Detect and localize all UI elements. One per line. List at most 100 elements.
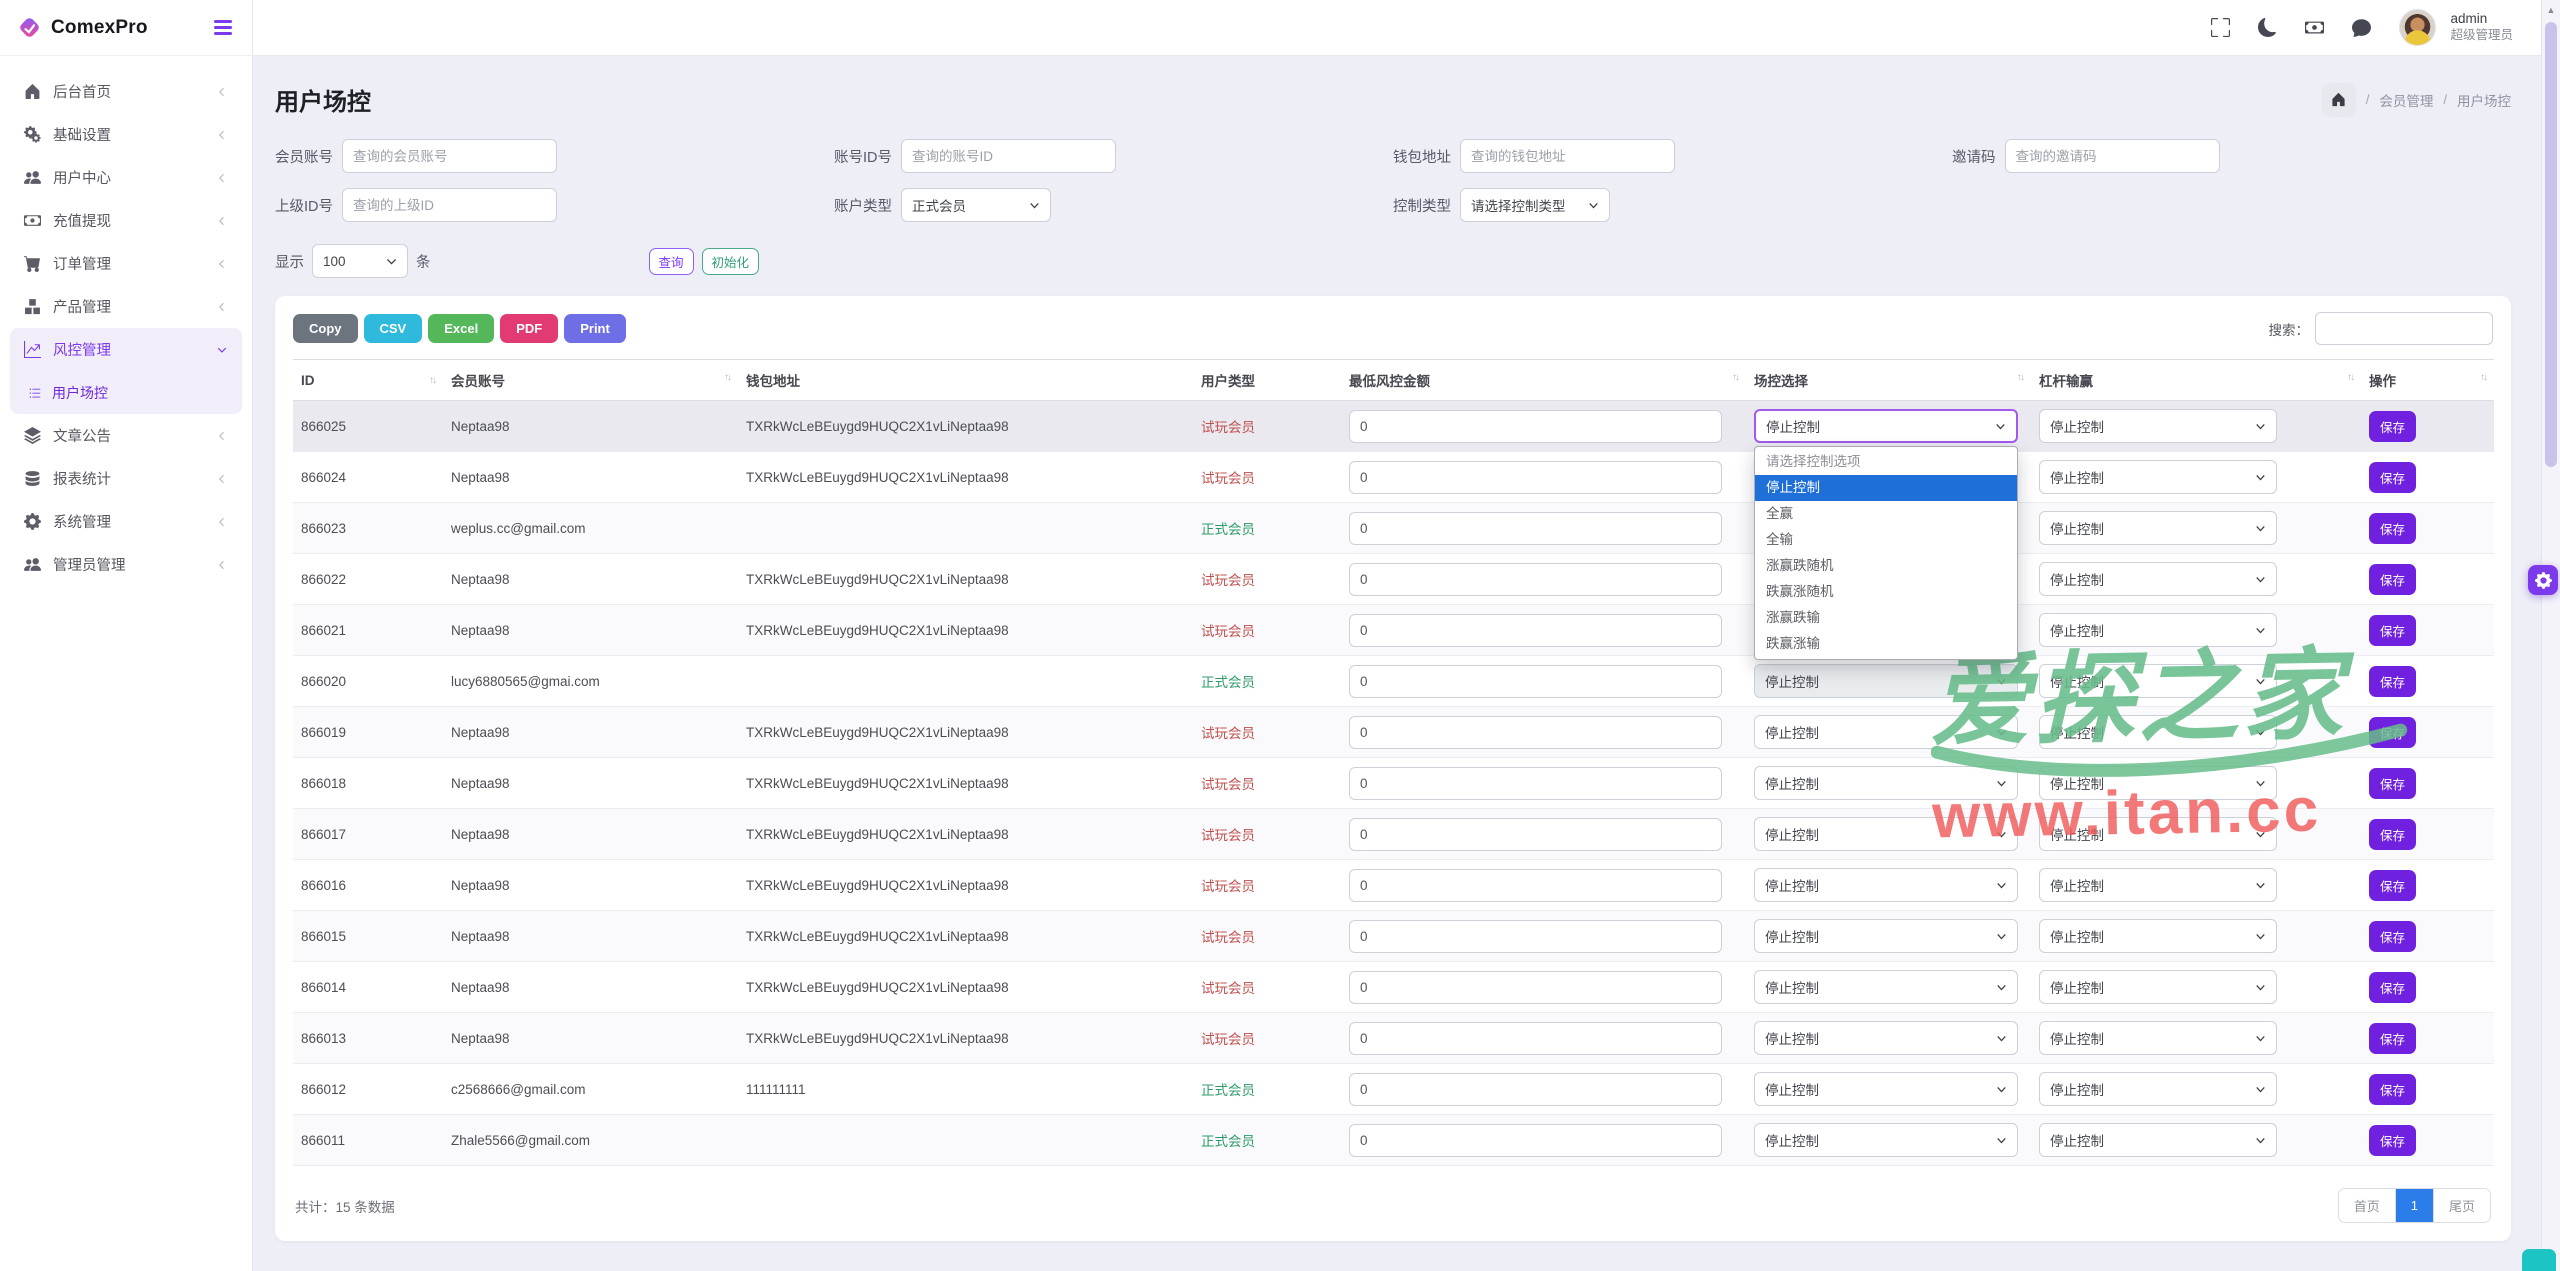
save-button[interactable]: 保存 (2369, 615, 2416, 646)
save-button[interactable]: 保存 (2369, 411, 2416, 442)
dropdown-option[interactable]: 涨赢跌随机 (1755, 553, 2017, 579)
control-select[interactable]: 停止控制 (1754, 868, 2018, 902)
amount-input[interactable] (1349, 563, 1722, 596)
dropdown-option[interactable]: 停止控制 (1755, 475, 2017, 501)
sidebar-item-boxes[interactable]: 产品管理 (10, 285, 242, 328)
column-header[interactable]: ↑↓杠杆输赢 (2031, 360, 2361, 401)
sort-icon[interactable]: ↑↓ (1732, 372, 1738, 383)
column-header[interactable]: ↑↓ID (293, 360, 443, 401)
dropdown-option[interactable]: 涨赢跌输 (1755, 605, 2017, 631)
leverage-select[interactable]: 停止控制 (2039, 766, 2277, 800)
sidebar-item-home[interactable]: 后台首页 (10, 70, 242, 113)
save-button[interactable]: 保存 (2369, 564, 2416, 595)
sidebar-item-people[interactable]: 管理员管理 (10, 543, 242, 586)
filter-input-2[interactable] (1460, 139, 1675, 173)
sort-icon[interactable]: ↑↓ (429, 375, 435, 386)
pagination-first[interactable]: 首页 (2339, 1189, 2395, 1222)
sidebar-item-users[interactable]: 用户中心 (10, 156, 242, 199)
corner-widget-button[interactable] (2522, 1249, 2556, 1271)
control-select[interactable]: 停止控制 (1754, 664, 2018, 698)
leverage-select[interactable]: 停止控制 (2039, 460, 2277, 494)
scrollbar[interactable]: ▲ ▼ (2541, 0, 2560, 1271)
sort-icon[interactable]: ↑↓ (724, 372, 730, 383)
menu-toggle-button[interactable] (210, 16, 236, 39)
leverage-select[interactable]: 停止控制 (2039, 511, 2277, 545)
leverage-select[interactable]: 停止控制 (2039, 868, 2277, 902)
control-select[interactable]: 停止控制 (1754, 409, 2018, 443)
search-input[interactable] (2315, 312, 2493, 345)
save-button[interactable]: 保存 (2369, 462, 2416, 493)
save-button[interactable]: 保存 (2369, 717, 2416, 748)
sort-icon[interactable]: ↑↓ (2480, 372, 2486, 383)
pagination-last[interactable]: 尾页 (2433, 1189, 2490, 1222)
sidebar-item-gears[interactable]: 基础设置 (10, 113, 242, 156)
avatar[interactable] (2399, 9, 2436, 46)
pagination-page-1[interactable]: 1 (2395, 1189, 2433, 1222)
control-select[interactable]: 停止控制 (1754, 817, 2018, 851)
fullscreen-icon[interactable] (2211, 18, 2230, 37)
filter-select-5[interactable]: 正式会员 (901, 188, 1051, 222)
scrollbar-up-arrow[interactable]: ▲ (2542, 2, 2560, 18)
save-button[interactable]: 保存 (2369, 513, 2416, 544)
control-select[interactable]: 停止控制 (1754, 766, 2018, 800)
sort-icon[interactable]: ↑↓ (2347, 372, 2353, 383)
filter-input-1[interactable] (901, 139, 1116, 173)
leverage-select[interactable]: 停止控制 (2039, 817, 2277, 851)
sidebar-item-cart[interactable]: 订单管理 (10, 242, 242, 285)
save-button[interactable]: 保存 (2369, 666, 2416, 697)
save-button[interactable]: 保存 (2369, 921, 2416, 952)
control-select[interactable]: 停止控制 (1754, 715, 2018, 749)
leverage-select[interactable]: 停止控制 (2039, 1021, 2277, 1055)
dark-mode-icon[interactable] (2258, 18, 2277, 37)
settings-button[interactable] (2528, 565, 2558, 595)
leverage-select[interactable]: 停止控制 (2039, 1072, 2277, 1106)
leverage-select[interactable]: 停止控制 (2039, 562, 2277, 596)
control-select[interactable]: 停止控制 (1754, 1021, 2018, 1055)
sidebar-item-gear[interactable]: 系统管理 (10, 500, 242, 543)
control-select[interactable]: 停止控制 (1754, 1072, 2018, 1106)
home-icon[interactable] (2322, 83, 2356, 117)
leverage-select[interactable]: 停止控制 (2039, 613, 2277, 647)
export-print-button[interactable]: Print (564, 314, 626, 343)
save-button[interactable]: 保存 (2369, 1074, 2416, 1105)
control-select[interactable]: 停止控制 (1754, 919, 2018, 953)
save-button[interactable]: 保存 (2369, 819, 2416, 850)
amount-input[interactable] (1349, 1124, 1722, 1157)
amount-input[interactable] (1349, 1073, 1722, 1106)
export-excel-button[interactable]: Excel (428, 314, 494, 343)
save-button[interactable]: 保存 (2369, 1023, 2416, 1054)
amount-input[interactable] (1349, 665, 1722, 698)
breadcrumb-parent[interactable]: 会员管理 (2379, 90, 2433, 110)
sidebar-item-coins[interactable]: 报表统计 (10, 457, 242, 500)
column-header[interactable]: ↑↓会员账号 (443, 360, 738, 401)
save-button[interactable]: 保存 (2369, 768, 2416, 799)
control-select[interactable]: 停止控制 (1754, 1123, 2018, 1157)
save-button[interactable]: 保存 (2369, 1125, 2416, 1156)
leverage-select[interactable]: 停止控制 (2039, 970, 2277, 1004)
amount-input[interactable] (1349, 920, 1722, 953)
column-header[interactable]: ↑↓最低风控金额 (1341, 360, 1746, 401)
dropdown-option[interactable]: 请选择控制选项 (1755, 449, 2017, 475)
amount-input[interactable] (1349, 818, 1722, 851)
amount-input[interactable] (1349, 410, 1722, 443)
leverage-select[interactable]: 停止控制 (2039, 919, 2277, 953)
export-copy-button[interactable]: Copy (293, 314, 358, 343)
dropdown-option[interactable]: 跌赢涨输 (1755, 631, 2017, 657)
save-button[interactable]: 保存 (2369, 972, 2416, 1003)
sidebar-item-cash[interactable]: 充值提现 (10, 199, 242, 242)
filter-select-6[interactable]: 请选择控制类型 (1460, 188, 1610, 222)
amount-input[interactable] (1349, 461, 1722, 494)
amount-input[interactable] (1349, 971, 1722, 1004)
column-header[interactable]: ↑↓操作 (2361, 360, 2494, 401)
filter-input-3[interactable] (2005, 139, 2220, 173)
wallet-icon[interactable] (2305, 18, 2324, 37)
amount-input[interactable] (1349, 869, 1722, 902)
query-button[interactable]: 查询 (649, 248, 694, 275)
control-select[interactable]: 停止控制 (1754, 970, 2018, 1004)
page-size-select[interactable]: 100 (312, 244, 408, 278)
amount-input[interactable] (1349, 767, 1722, 800)
export-csv-button[interactable]: CSV (364, 314, 423, 343)
amount-input[interactable] (1349, 512, 1722, 545)
sidebar-item-chart[interactable]: 风控管理 (10, 328, 242, 371)
dropdown-option[interactable]: 全输 (1755, 527, 2017, 553)
